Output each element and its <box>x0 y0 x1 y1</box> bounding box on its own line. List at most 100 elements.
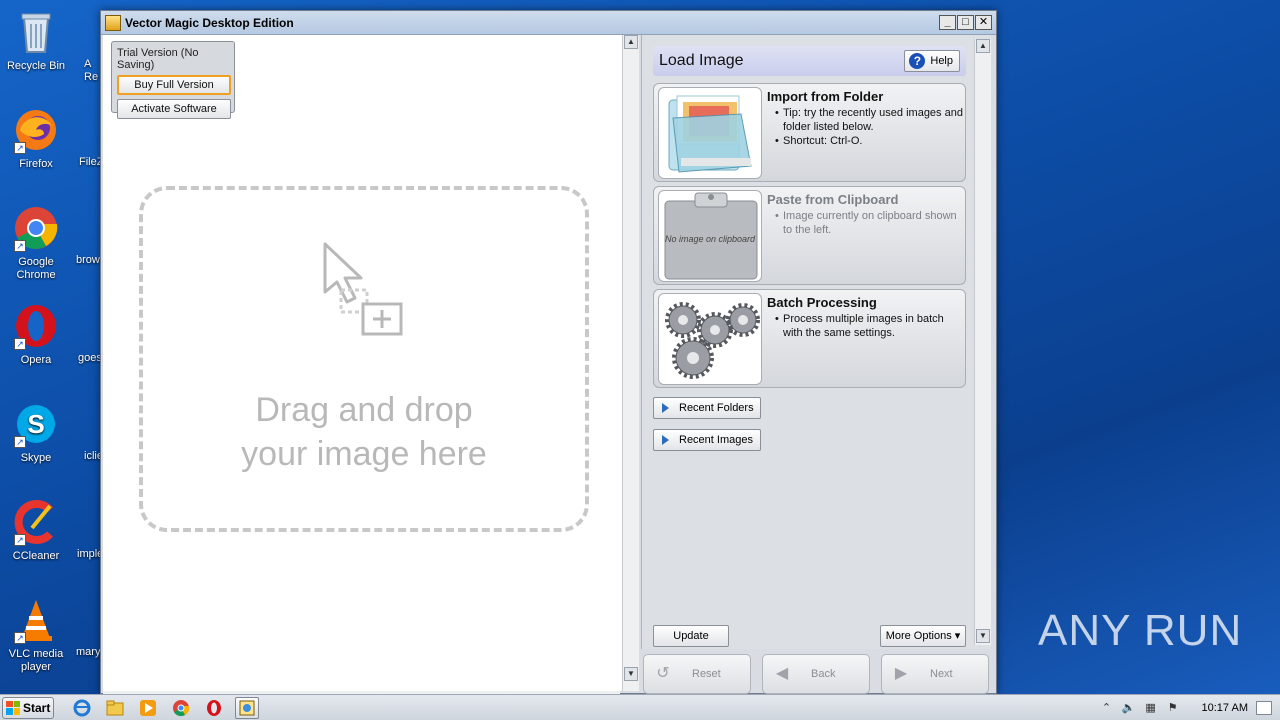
taskbar-explorer-icon[interactable] <box>103 697 127 719</box>
trial-label: Trial Version (No Saving) <box>117 47 199 71</box>
vlc-icon: ↗ <box>12 596 60 644</box>
scroll-up-arrow-icon[interactable]: ▲ <box>976 39 990 53</box>
recent-images-button[interactable]: Recent Images <box>653 429 761 451</box>
recent-folders-label: Recent Folders <box>679 402 754 414</box>
desktop-icon-skype[interactable]: S ↗ Skype <box>0 400 72 465</box>
back-arrow-icon: ◀ <box>775 665 789 682</box>
reset-button[interactable]: ↺ Reset <box>643 654 751 694</box>
drop-zone[interactable]: Drag and drop your image here <box>139 186 589 532</box>
option-bullets: Process multiple images in batch with th… <box>775 312 965 340</box>
scroll-up-arrow-icon[interactable]: ▲ <box>624 35 638 49</box>
activate-software-button[interactable]: Activate Software <box>117 99 231 119</box>
option-title: Batch Processing <box>767 295 877 310</box>
clipboard-thumbnail: No image on clipboard <box>658 190 762 282</box>
desktop-icon-recycle-bin[interactable]: Recycle Bin <box>0 8 72 73</box>
taskbar-chrome-icon[interactable] <box>169 697 193 719</box>
option-title: Paste from Clipboard <box>767 192 899 207</box>
desktop-icon-label: Google Chrome <box>16 256 56 281</box>
clock[interactable]: 10:17 AM <box>1202 702 1248 714</box>
wizard-nav-bar: ↺ Reset ◀ Back ▶ Next <box>641 651 995 694</box>
close-button[interactable]: ✕ <box>975 15 992 30</box>
help-icon: ? <box>909 53 926 69</box>
window-controls: _ □ ✕ <box>939 15 992 30</box>
skype-icon: S ↗ <box>12 400 60 448</box>
import-from-folder-option[interactable]: Import from Folder Tip: try the recently… <box>653 83 966 182</box>
panel-header: Load Image ? Help <box>653 46 966 76</box>
desktop-icon-label: Firefox <box>19 158 53 170</box>
update-button[interactable]: Update <box>653 625 729 647</box>
ccleaner-icon: ↗ <box>12 498 60 546</box>
show-desktop-icon[interactable] <box>1256 700 1272 715</box>
shortcut-arrow-icon: ↗ <box>14 534 26 546</box>
minimize-button[interactable]: _ <box>939 15 956 30</box>
vector-magic-app-icon <box>105 14 121 31</box>
scroll-down-arrow-icon[interactable]: ▼ <box>976 629 990 643</box>
desktop-icon-chrome[interactable]: ↗ Google Chrome <box>0 204 72 282</box>
windows-logo-icon <box>6 700 20 715</box>
panel-title: Load Image <box>659 52 744 69</box>
option-bullets: Tip: try the recently used images and fo… <box>775 106 965 148</box>
desktop-icon-label: VLC media player <box>8 648 64 673</box>
clipboard-empty-text: No image on clipboard <box>664 234 756 244</box>
panel-vertical-scrollbar[interactable]: ▲ ▼ <box>974 39 991 645</box>
next-button[interactable]: ▶ Next <box>881 654 989 694</box>
desktop-icon-label: Skype <box>20 452 52 464</box>
paste-from-clipboard-option[interactable]: No image on clipboard Paste from Clipboa… <box>653 186 966 285</box>
opera-icon: ↗ <box>12 302 60 350</box>
start-button[interactable]: Start <box>2 696 54 719</box>
shortcut-arrow-icon: ↗ <box>14 632 26 644</box>
drop-instructions: Drag and drop your image here <box>143 388 585 476</box>
desktop-icon-label: Recycle Bin <box>6 60 66 72</box>
taskbar-opera-icon[interactable] <box>202 697 226 719</box>
help-label: Help <box>930 55 953 67</box>
reset-icon: ↺ <box>656 665 670 682</box>
reset-label: Reset <box>692 668 721 680</box>
desktop-icon-label: CCleaner <box>12 550 60 562</box>
dropdown-arrow-icon: ▾ <box>954 630 961 642</box>
desktop-icon-partial[interactable]: brow <box>76 254 100 266</box>
option-bullet: Image currently on clipboard shown to th… <box>775 209 965 237</box>
expand-triangle-icon <box>662 403 669 413</box>
desktop-icon-partial[interactable]: A Re <box>84 58 98 84</box>
more-options-label: More Options <box>885 630 952 642</box>
back-label: Back <box>811 668 836 680</box>
load-image-panel: Load Image ? Help Import from Folder • T… <box>641 35 991 649</box>
network-icon[interactable]: ▦ <box>1144 701 1158 715</box>
more-options-button[interactable]: More Options ▾ <box>880 625 966 647</box>
image-canvas[interactable]: Trial Version (No Saving) Buy Full Versi… <box>103 35 639 691</box>
trial-panel: Trial Version (No Saving) Buy Full Versi… <box>111 41 235 119</box>
option-title: Import from Folder <box>767 89 884 104</box>
canvas-vertical-scrollbar[interactable]: ▲ ▼ <box>622 35 639 691</box>
shortcut-arrow-icon: ↗ <box>14 240 26 252</box>
maximize-button[interactable]: □ <box>957 15 974 30</box>
taskbar-media-player-icon[interactable] <box>136 697 160 719</box>
shortcut-arrow-icon: ↗ <box>14 142 26 154</box>
title-bar[interactable]: Vector Magic Desktop Edition _ □ ✕ <box>101 11 996 35</box>
shortcut-arrow-icon: ↗ <box>14 338 26 350</box>
option-bullet: Tip: try the recently used images and fo… <box>775 106 965 134</box>
taskbar-ie-icon[interactable] <box>70 697 94 719</box>
desktop-icon-vlc[interactable]: ↗ VLC media player <box>0 596 72 674</box>
batch-processing-option[interactable]: Batch Processing Process multiple images… <box>653 289 966 388</box>
desktop-icon-firefox[interactable]: ↗ Firefox <box>0 106 72 171</box>
back-button[interactable]: ◀ Back <box>762 654 870 694</box>
tray-expand-icon[interactable]: ⌃ <box>1100 701 1114 715</box>
action-center-flag-icon[interactable]: ⚑ <box>1166 701 1180 715</box>
recent-folders-button[interactable]: Recent Folders <box>653 397 761 419</box>
shortcut-arrow-icon: ↗ <box>14 436 26 448</box>
gears-thumbnail <box>658 293 762 385</box>
buy-full-version-button[interactable]: Buy Full Version <box>117 75 231 95</box>
desktop-icon-opera[interactable]: ↗ Opera <box>0 302 72 367</box>
desktop-icon-partial[interactable]: mary <box>76 646 100 658</box>
scroll-down-arrow-icon[interactable]: ▼ <box>624 667 638 681</box>
volume-icon[interactable]: 🔈 <box>1122 701 1136 715</box>
help-button[interactable]: ? Help <box>904 50 960 72</box>
next-label: Next <box>930 668 953 680</box>
chrome-icon: ↗ <box>12 204 60 252</box>
desktop-icon-ccleaner[interactable]: ↗ CCleaner <box>0 498 72 563</box>
start-label: Start <box>23 700 51 715</box>
drag-drop-cursor-icon <box>321 240 407 343</box>
system-tray: ⌃ 🔈 ▦ ⚑ 10:17 AM <box>1100 700 1280 715</box>
taskbar-vector-magic-icon[interactable] <box>235 696 259 719</box>
desktop-icon-partial[interactable]: goes <box>78 352 102 364</box>
